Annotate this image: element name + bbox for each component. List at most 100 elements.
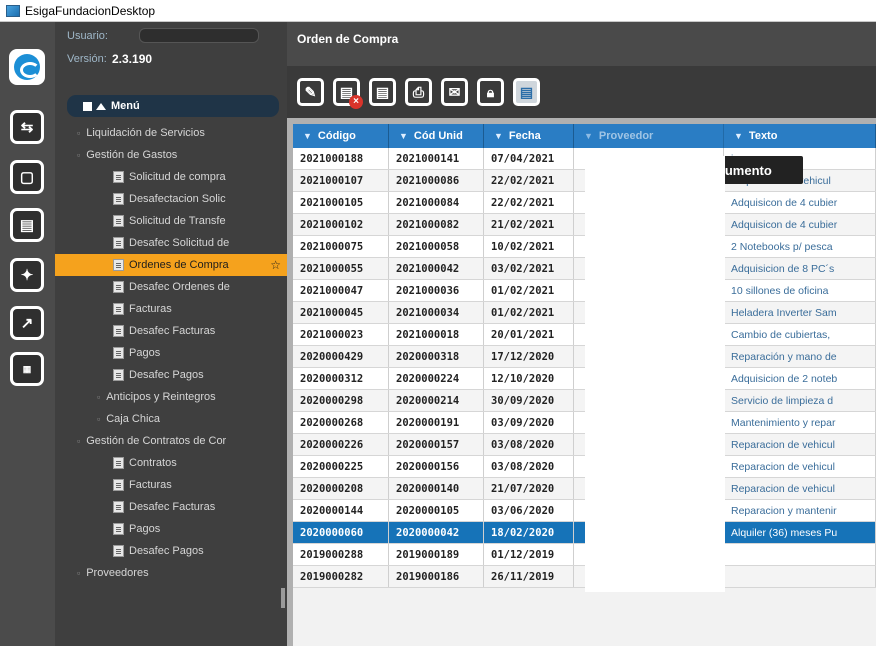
sidebar-item[interactable]: ▫ Caja Chica bbox=[55, 408, 287, 430]
cell-texto: Heladera Inverter Sam bbox=[724, 302, 876, 323]
edit-icon[interactable]: ✎ bbox=[297, 78, 324, 106]
print-icon[interactable]: ⎙ bbox=[405, 78, 432, 106]
next-document-icon[interactable]: ▤ bbox=[513, 78, 540, 106]
sidebar-scrollbar[interactable] bbox=[281, 588, 285, 608]
menu-header[interactable]: Menú bbox=[67, 95, 279, 117]
left-icon-bar: ⇆ ▢ ▤ ✦ ↗ ▦ bbox=[0, 22, 55, 646]
document-icon bbox=[113, 325, 124, 337]
report-icon[interactable]: ▦ bbox=[10, 352, 44, 386]
cell-codigo: 2020000226 bbox=[293, 434, 389, 455]
column-header-cod-unid[interactable]: ▼ Cód Unid bbox=[389, 124, 484, 148]
cell-codigo: 2020000144 bbox=[293, 500, 389, 521]
cell-texto: 10 sillones de oficina bbox=[724, 280, 876, 301]
cell-cod-unid: 2021000084 bbox=[389, 192, 484, 213]
cell-fecha: 03/08/2020 bbox=[484, 434, 574, 455]
cell-cod-unid: 2020000042 bbox=[389, 522, 484, 543]
collapse-up-icon bbox=[96, 102, 106, 110]
document-icon bbox=[113, 303, 124, 315]
sidebar-item[interactable]: Facturas bbox=[55, 298, 287, 320]
sidebar-item[interactable]: ▫ Liquidación de Servicios bbox=[55, 122, 287, 144]
filter-icon[interactable]: ▼ bbox=[494, 131, 503, 141]
sidebar-item[interactable]: Ordenes de Compra ☆ bbox=[55, 254, 287, 276]
document-icon bbox=[113, 237, 124, 249]
filter-icon[interactable]: ▼ bbox=[584, 131, 593, 141]
cell-fecha: 03/06/2020 bbox=[484, 500, 574, 521]
cell-cod-unid: 2020000191 bbox=[389, 412, 484, 433]
sidebar-item-label: Desafec Facturas bbox=[129, 501, 216, 513]
sidebar-item[interactable]: ▫ Anticipos y Reintegros bbox=[55, 386, 287, 408]
folder-star-icon[interactable]: ✦ bbox=[10, 258, 44, 292]
cell-fecha: 21/07/2020 bbox=[484, 478, 574, 499]
lock-icon[interactable]: 🔒︎ bbox=[477, 78, 504, 106]
document-icon[interactable]: ▤ bbox=[369, 78, 396, 106]
cell-fecha: 07/04/2021 bbox=[484, 148, 574, 169]
swap-arrows-icon[interactable]: ⇆ bbox=[10, 110, 44, 144]
sidebar-item[interactable]: ▫ Gestión de Contratos de Cor bbox=[55, 430, 287, 452]
document-icon bbox=[113, 215, 124, 227]
toolbar: ✎ ▤ × ▤ ⎙ ✉ 🔒︎ ▤ bbox=[287, 66, 876, 118]
user-name-field bbox=[139, 28, 259, 43]
sidebar-item[interactable]: Desafec Pagos bbox=[55, 540, 287, 562]
sidebar-item[interactable]: Solicitud de Transfe bbox=[55, 210, 287, 232]
filter-icon[interactable]: ▼ bbox=[399, 131, 408, 141]
sidebar-item[interactable]: Desafec Ordenes de bbox=[55, 276, 287, 298]
sidebar-item-label: Desafec Pagos bbox=[129, 545, 204, 557]
delete-icon[interactable]: ▤ × bbox=[333, 78, 363, 109]
cell-texto: Alquiler (36) meses Pu bbox=[724, 522, 876, 543]
document-icon bbox=[113, 457, 124, 469]
sidebar-item[interactable]: Facturas bbox=[55, 474, 287, 496]
document-icon bbox=[113, 347, 124, 359]
sidebar-item[interactable]: Desafec Solicitud de bbox=[55, 232, 287, 254]
cell-fecha: 30/09/2020 bbox=[484, 390, 574, 411]
sidebar-item[interactable]: ▫ Gestión de Gastos bbox=[55, 144, 287, 166]
cell-codigo: 2021000047 bbox=[293, 280, 389, 301]
cell-cod-unid: 2021000086 bbox=[389, 170, 484, 191]
cell-codigo: 2020000225 bbox=[293, 456, 389, 477]
sidebar-item[interactable]: Desafec Facturas bbox=[55, 496, 287, 518]
sidebar-item[interactable]: Pagos bbox=[55, 342, 287, 364]
mail-icon[interactable]: ✉ bbox=[441, 78, 468, 106]
sidebar-item[interactable]: Desafec Facturas bbox=[55, 320, 287, 342]
filter-icon[interactable]: ▼ bbox=[303, 131, 312, 141]
document-icon bbox=[113, 259, 124, 271]
sidebar-item[interactable]: Solicitud de compra bbox=[55, 166, 287, 188]
sidebar-item[interactable]: Contratos bbox=[55, 452, 287, 474]
cell-codigo: 2020000298 bbox=[293, 390, 389, 411]
sidebar-item-label: Proveedores bbox=[86, 567, 149, 579]
export-icon[interactable]: ↗ bbox=[10, 306, 44, 340]
cell-cod-unid: 2020000140 bbox=[389, 478, 484, 499]
folder-icon[interactable]: ▢ bbox=[10, 160, 44, 194]
sidebar-item[interactable]: Pagos bbox=[55, 518, 287, 540]
table-header: ▼ Código ▼ Cód Unid ▼ Fecha ▼ Proveedor ▼ Tex… bbox=[293, 124, 876, 148]
column-header-texto[interactable]: ▼ Texto bbox=[724, 124, 876, 148]
documents-icon[interactable]: ▤ bbox=[10, 208, 44, 242]
column-header-proveedor[interactable]: ▼ Proveedor bbox=[574, 124, 724, 148]
tree-bullet-icon: ▫ bbox=[77, 568, 81, 578]
cell-fecha: 22/02/2021 bbox=[484, 192, 574, 213]
cell-texto: Adquisicion de 2 noteb bbox=[724, 368, 876, 389]
tree-bullet-icon: ▫ bbox=[97, 392, 101, 402]
cell-texto: Adquisicon de 4 cubier bbox=[724, 192, 876, 213]
cell-texto: Reparacion y mantenir bbox=[724, 500, 876, 521]
cell-cod-unid: 2020000105 bbox=[389, 500, 484, 521]
column-header-fecha[interactable]: ▼ Fecha bbox=[484, 124, 574, 148]
app-logo-icon bbox=[9, 49, 45, 85]
cell-cod-unid: 2021000018 bbox=[389, 324, 484, 345]
sidebar-item-label: Desafec Pagos bbox=[129, 369, 204, 381]
sidebar-item[interactable]: ▫ Proveedores bbox=[55, 562, 287, 584]
favorite-star-icon[interactable]: ☆ bbox=[270, 258, 281, 272]
cell-codigo: 2021000105 bbox=[293, 192, 389, 213]
sidebar-item[interactable]: Desafectacion Solic bbox=[55, 188, 287, 210]
document-icon bbox=[113, 501, 124, 513]
cell-cod-unid: 2021000082 bbox=[389, 214, 484, 235]
document-icon bbox=[113, 479, 124, 491]
column-header-codigo[interactable]: ▼ Código bbox=[293, 124, 389, 148]
sidebar-item-label: Contratos bbox=[129, 457, 177, 469]
cell-cod-unid: 2021000141 bbox=[389, 148, 484, 169]
blank-overlay-panel bbox=[585, 156, 725, 592]
cell-codigo: 2020000208 bbox=[293, 478, 389, 499]
page-title: Orden de Compra bbox=[287, 22, 876, 66]
filter-icon[interactable]: ▼ bbox=[734, 131, 743, 141]
sidebar-item[interactable]: Desafec Pagos bbox=[55, 364, 287, 386]
cell-texto: Servicio de limpieza d bbox=[724, 390, 876, 411]
